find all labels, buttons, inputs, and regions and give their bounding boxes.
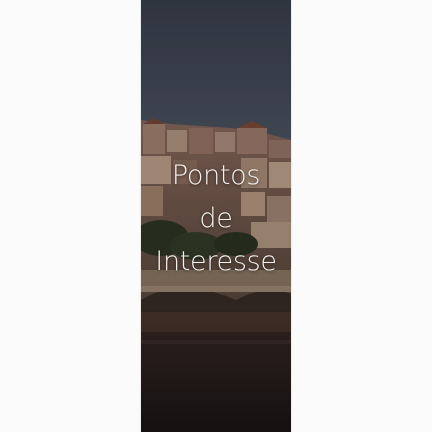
title-line-3: Interesse <box>155 246 277 277</box>
page: Pontos de Interesse <box>0 0 432 432</box>
points-of-interest-banner[interactable]: Pontos de Interesse <box>141 0 291 432</box>
title-line-1: Pontos <box>171 160 261 191</box>
title-line-2: de <box>199 203 233 234</box>
banner-title: Pontos de Interesse <box>141 154 291 283</box>
